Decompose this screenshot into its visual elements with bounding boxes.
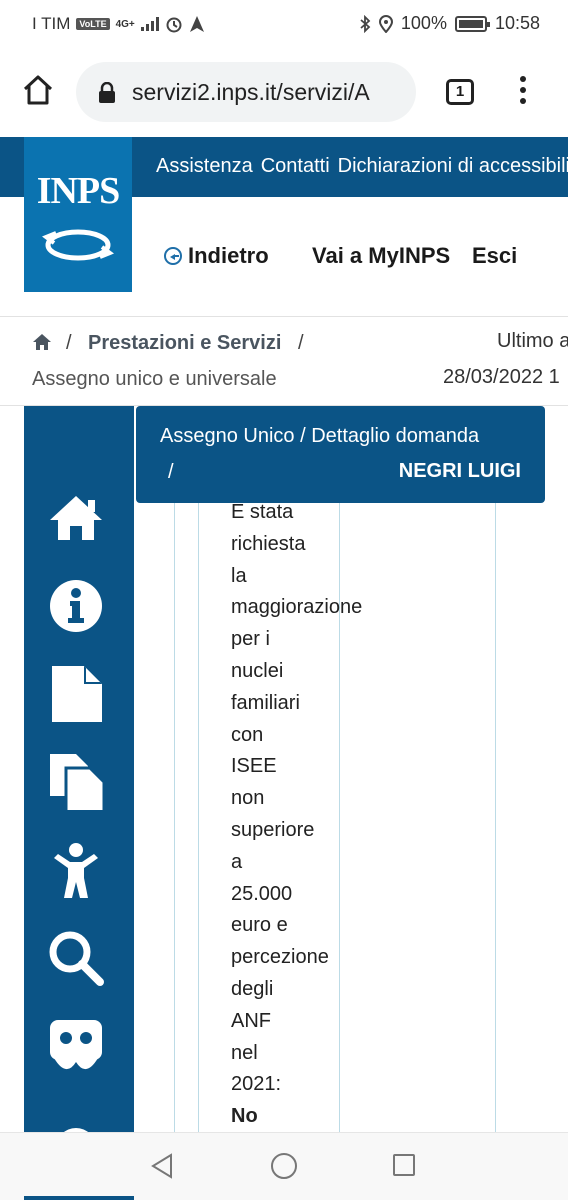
bluetooth-icon: [360, 14, 371, 33]
cell-line: nel: [231, 1041, 258, 1064]
more-options-icon[interactable]: [516, 76, 530, 110]
cell-line: con: [231, 723, 264, 746]
navigation-icon: [189, 16, 204, 32]
cell-line: familiari: [231, 691, 300, 714]
cell-line: non: [231, 787, 265, 810]
breadcrumb-current: Assegno unico e universale: [32, 368, 277, 390]
cell-line: ISEE: [231, 755, 277, 778]
status-right: 100% 10:58: [359, 13, 540, 34]
network-type: 4G+: [115, 18, 135, 30]
battery-icon: [454, 15, 490, 32]
cell-line: ANF: [231, 1009, 271, 1032]
url-text: servizi2.inps.it/servizi/A: [132, 79, 370, 105]
cell-answer: No: [231, 1105, 258, 1128]
table-cell: È stata richiesta la maggiorazione per i…: [231, 497, 363, 1165]
arrow-left-circle-icon: [164, 247, 182, 265]
home-icon[interactable]: [46, 490, 106, 546]
search-icon[interactable]: [46, 930, 106, 986]
cell-line: a: [231, 850, 243, 873]
clock: 10:58: [494, 13, 540, 33]
header-actions: Indietro Vai a MyINPS Esci: [0, 197, 568, 317]
cell-line: richiesta: [231, 532, 306, 555]
browser-toolbar: servizi2.inps.it/servizi/A 1: [0, 48, 568, 136]
breadcrumb-link[interactable]: Prestazioni e Servizi: [88, 332, 281, 355]
lock-icon: [99, 82, 115, 103]
cell-line: la: [231, 564, 247, 587]
breadcrumb-separator: /: [66, 332, 72, 354]
table-divider: [198, 406, 199, 1200]
logout-link[interactable]: Esci: [472, 243, 517, 269]
title-separator: /: [168, 461, 174, 483]
tab-switcher-button[interactable]: 1: [446, 79, 474, 105]
cell-line: 2021:: [231, 1073, 282, 1096]
page-title-box: Assegno Unico / Dettaglio domanda / NEGR…: [136, 406, 545, 503]
table-divider: [495, 406, 496, 1200]
status-left: I TIM VoLTE 4G+: [32, 14, 205, 34]
person-icon[interactable]: [46, 842, 106, 898]
status-bar: I TIM VoLTE 4G+ 100% 10:58: [0, 0, 568, 48]
back-icon[interactable]: [150, 1153, 174, 1179]
cell-line: per i: [231, 628, 270, 651]
location-icon: [378, 14, 393, 33]
document-icon[interactable]: [46, 666, 106, 722]
home-icon[interactable]: [22, 74, 54, 106]
home-circle-icon[interactable]: [271, 1153, 297, 1179]
myinps-link[interactable]: Vai a MyINPS: [312, 243, 450, 269]
last-update-label: Ultimo a: [497, 330, 568, 352]
documents-icon[interactable]: [46, 754, 106, 810]
battery-percent: 100%: [400, 13, 447, 33]
cell-line: euro e: [231, 914, 288, 937]
system-navigation-bar: [0, 1132, 568, 1200]
signal-icon: [140, 17, 159, 31]
breadcrumb: / Prestazioni e Servizi / Assegno unico …: [0, 318, 568, 406]
back-link[interactable]: Indietro: [164, 243, 269, 269]
last-update-date: 28/03/2022 1: [443, 366, 560, 388]
sidebar: [24, 406, 134, 1200]
carrier-label: I TIM: [32, 14, 71, 33]
breadcrumb-separator: /: [298, 332, 304, 354]
table-divider: [174, 406, 175, 1200]
user-name: NEGRI LUIGI: [398, 460, 521, 482]
sidebar-edge: [24, 1196, 134, 1200]
contact-icon[interactable]: [46, 1018, 106, 1074]
details-table: [134, 406, 568, 1200]
link-accessibilita[interactable]: Dichiarazioni di accessibilità: [338, 155, 568, 178]
address-bar[interactable]: servizi2.inps.it/servizi/A: [76, 62, 416, 122]
breadcrumb-home-icon[interactable]: [32, 332, 52, 352]
back-label: Indietro: [188, 243, 269, 268]
recent-apps-icon[interactable]: [393, 1154, 415, 1176]
volte-badge: VoLTE: [76, 18, 110, 30]
info-icon[interactable]: [46, 578, 106, 634]
cell-line: nuclei: [231, 659, 284, 682]
cell-line: degli: [231, 977, 274, 1000]
cell-line: maggiorazione: [231, 596, 363, 619]
alarm-icon: [166, 17, 182, 33]
cell-line: 25.000: [231, 882, 293, 905]
link-contatti[interactable]: Contatti: [261, 155, 330, 178]
page-title: Assegno Unico / Dettaglio domanda: [160, 425, 480, 447]
cell-line: superiore: [231, 818, 315, 841]
cell-line: percezione: [231, 946, 329, 969]
link-assistenza[interactable]: Assistenza: [156, 155, 253, 178]
